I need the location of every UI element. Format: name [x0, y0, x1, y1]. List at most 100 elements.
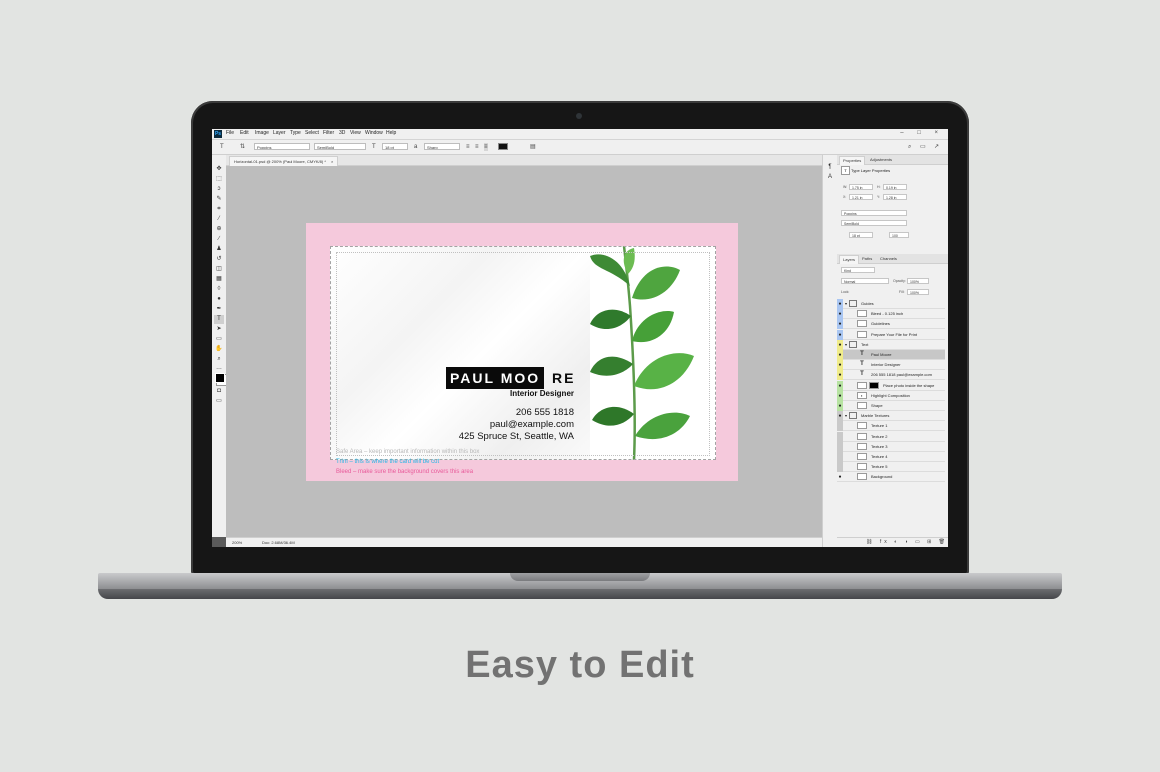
layer-filter-select[interactable]: Kind: [841, 267, 875, 273]
blend-mode-select[interactable]: Normal: [841, 278, 889, 284]
menu-3d[interactable]: 3D: [339, 130, 345, 136]
gradient-tool-icon[interactable]: ▦: [214, 275, 224, 284]
hand-tool-icon[interactable]: ✋: [214, 345, 224, 354]
document-tab[interactable]: Horizontal-01.psd @ 200% (Paul Moore, CM…: [229, 156, 339, 166]
properties-style-select[interactable]: SemiBold: [841, 220, 907, 226]
y-field[interactable]: 1.28 in: [883, 194, 907, 200]
tab-channels[interactable]: Channels: [877, 255, 900, 263]
chevron-down-icon[interactable]: ▾: [845, 301, 847, 306]
visibility-eye-icon[interactable]: [837, 443, 843, 451]
pen-tool-icon[interactable]: ✒: [214, 305, 224, 314]
visibility-eye-icon[interactable]: ●: [837, 412, 843, 420]
layer-row[interactable]: Texture 2: [837, 431, 945, 442]
layer-row[interactable]: ● ▾ Guides: [837, 299, 945, 309]
layer-row[interactable]: Texture 4: [837, 452, 945, 462]
layer-row[interactable]: ● Guidelines: [837, 319, 945, 330]
fill-field[interactable]: 100%: [907, 289, 929, 295]
visibility-eye-icon[interactable]: ●: [837, 402, 843, 410]
paragraph-panel-icon[interactable]: ¶: [825, 163, 835, 172]
width-field[interactable]: 1.75 in: [849, 184, 873, 190]
chevron-down-icon[interactable]: ▾: [845, 342, 847, 347]
quick-select-tool-icon[interactable]: ✎: [214, 195, 224, 204]
layer-row[interactable]: ● ▾ Text: [837, 339, 945, 350]
layer-row[interactable]: ● ◐ Highlight Composition: [837, 390, 945, 401]
layer-row[interactable]: ● T 206 555 1818 paul@example.com: [837, 370, 945, 381]
share-icon[interactable]: ↗: [934, 143, 939, 151]
tab-properties[interactable]: Properties: [839, 156, 866, 165]
visibility-eye-icon[interactable]: ●: [837, 371, 843, 379]
visibility-eye-icon[interactable]: [837, 433, 843, 441]
menu-view[interactable]: View: [350, 130, 361, 136]
visibility-eye-icon[interactable]: ●: [837, 341, 843, 349]
card-name-rest[interactable]: RE: [552, 367, 575, 389]
font-size-select[interactable]: 18 pt: [382, 143, 408, 150]
visibility-eye-icon[interactable]: ●: [837, 320, 843, 328]
card-address[interactable]: 425 Spruce St, Seattle, WA: [459, 431, 574, 442]
align-center-icon[interactable]: ≡: [475, 143, 479, 151]
layer-row[interactable]: ● Bleed - 0.125 inch: [837, 309, 945, 320]
tab-layers[interactable]: Layers: [839, 255, 860, 264]
card-email[interactable]: paul@example.com: [490, 419, 574, 430]
type-tool-icon[interactable]: T: [214, 315, 224, 324]
font-style-select[interactable]: SemiBold: [314, 143, 366, 150]
menu-filter[interactable]: Filter: [323, 130, 334, 136]
layer-row[interactable]: ● Place photo inside the shape: [837, 380, 945, 391]
search-icon[interactable]: ⌕: [908, 143, 911, 151]
visibility-eye-icon[interactable]: ●: [837, 310, 843, 318]
layers-footer-icons[interactable]: ⛓ fx ◐ ◑ ▭ ⊞ 🗑: [837, 537, 948, 547]
visibility-eye-icon[interactable]: ●: [837, 382, 843, 390]
x-field[interactable]: 1.21 in: [849, 194, 873, 200]
eyedropper-tool-icon[interactable]: ⁄: [214, 215, 224, 224]
visibility-eye-icon[interactable]: [837, 453, 843, 461]
chevron-down-icon[interactable]: ▾: [845, 413, 847, 418]
crop-tool-icon[interactable]: ⌗: [214, 205, 224, 214]
card-phone[interactable]: 206 555 1818: [516, 407, 574, 418]
visibility-eye-icon[interactable]: ●: [837, 361, 843, 369]
layer-row[interactable]: ● T Paul Moore: [837, 350, 945, 360]
menu-file[interactable]: File: [226, 130, 234, 136]
visibility-eye-icon[interactable]: ●: [837, 392, 843, 400]
text-orientation-icon[interactable]: ⇅: [240, 143, 245, 151]
workspace-icon[interactable]: ▭: [920, 143, 926, 151]
opacity-field[interactable]: 100%: [907, 278, 929, 284]
eraser-tool-icon[interactable]: ◫: [214, 265, 224, 274]
zoom-tool-icon[interactable]: ⌕: [214, 355, 224, 364]
visibility-eye-icon[interactable]: ●: [837, 300, 843, 308]
foreground-background-color[interactable]: [215, 373, 225, 383]
brush-tool-icon[interactable]: ∕: [214, 235, 224, 244]
height-field[interactable]: 0.19 in: [883, 184, 907, 190]
menu-edit[interactable]: Edit: [240, 130, 249, 136]
menu-image[interactable]: Image: [255, 130, 269, 136]
dodge-tool-icon[interactable]: ●: [214, 295, 224, 304]
window-controls[interactable]: – □ ×: [900, 130, 944, 136]
history-brush-tool-icon[interactable]: ↺: [214, 255, 224, 264]
visibility-eye-icon[interactable]: ●: [837, 351, 843, 359]
layer-row[interactable]: ● Shape: [837, 401, 945, 411]
more-tools-icon[interactable]: …: [214, 364, 224, 373]
layer-row[interactable]: ● ▾ Marble Textures: [837, 411, 945, 422]
blur-tool-icon[interactable]: ◊: [214, 285, 224, 294]
card-title[interactable]: Interior Designer: [510, 389, 574, 398]
healing-tool-icon[interactable]: ⊕: [214, 225, 224, 234]
shape-tool-icon[interactable]: ▭: [214, 335, 224, 344]
font-family-select[interactable]: Poppins: [254, 143, 310, 150]
visibility-eye-icon[interactable]: ●: [837, 331, 843, 339]
anti-alias-select[interactable]: Sharp: [424, 143, 460, 150]
properties-font-select[interactable]: Poppins: [841, 210, 907, 216]
move-tool-icon[interactable]: ✥: [214, 165, 224, 174]
type-tool-icon[interactable]: T: [220, 143, 224, 151]
quick-mask-icon[interactable]: ◘: [214, 387, 224, 396]
character-panel-icon[interactable]: A: [825, 173, 835, 182]
card-name-highlight[interactable]: PAUL MOO: [446, 367, 545, 389]
character-panel-icon[interactable]: ▤: [530, 143, 536, 151]
lasso-tool-icon[interactable]: ↄ: [214, 185, 224, 194]
properties-size-field[interactable]: 18 pt: [849, 232, 873, 238]
layer-row[interactable]: Texture 3: [837, 441, 945, 452]
stamp-tool-icon[interactable]: ♟: [214, 245, 224, 254]
marquee-tool-icon[interactable]: ⬚: [214, 175, 224, 184]
screen-mode-icon[interactable]: ▭: [214, 397, 224, 406]
menu-help[interactable]: Help: [386, 130, 396, 136]
layer-row[interactable]: ● T Interior Designer: [837, 360, 945, 371]
zoom-level[interactable]: 200%: [232, 540, 242, 545]
path-select-tool-icon[interactable]: ➤: [214, 325, 224, 334]
